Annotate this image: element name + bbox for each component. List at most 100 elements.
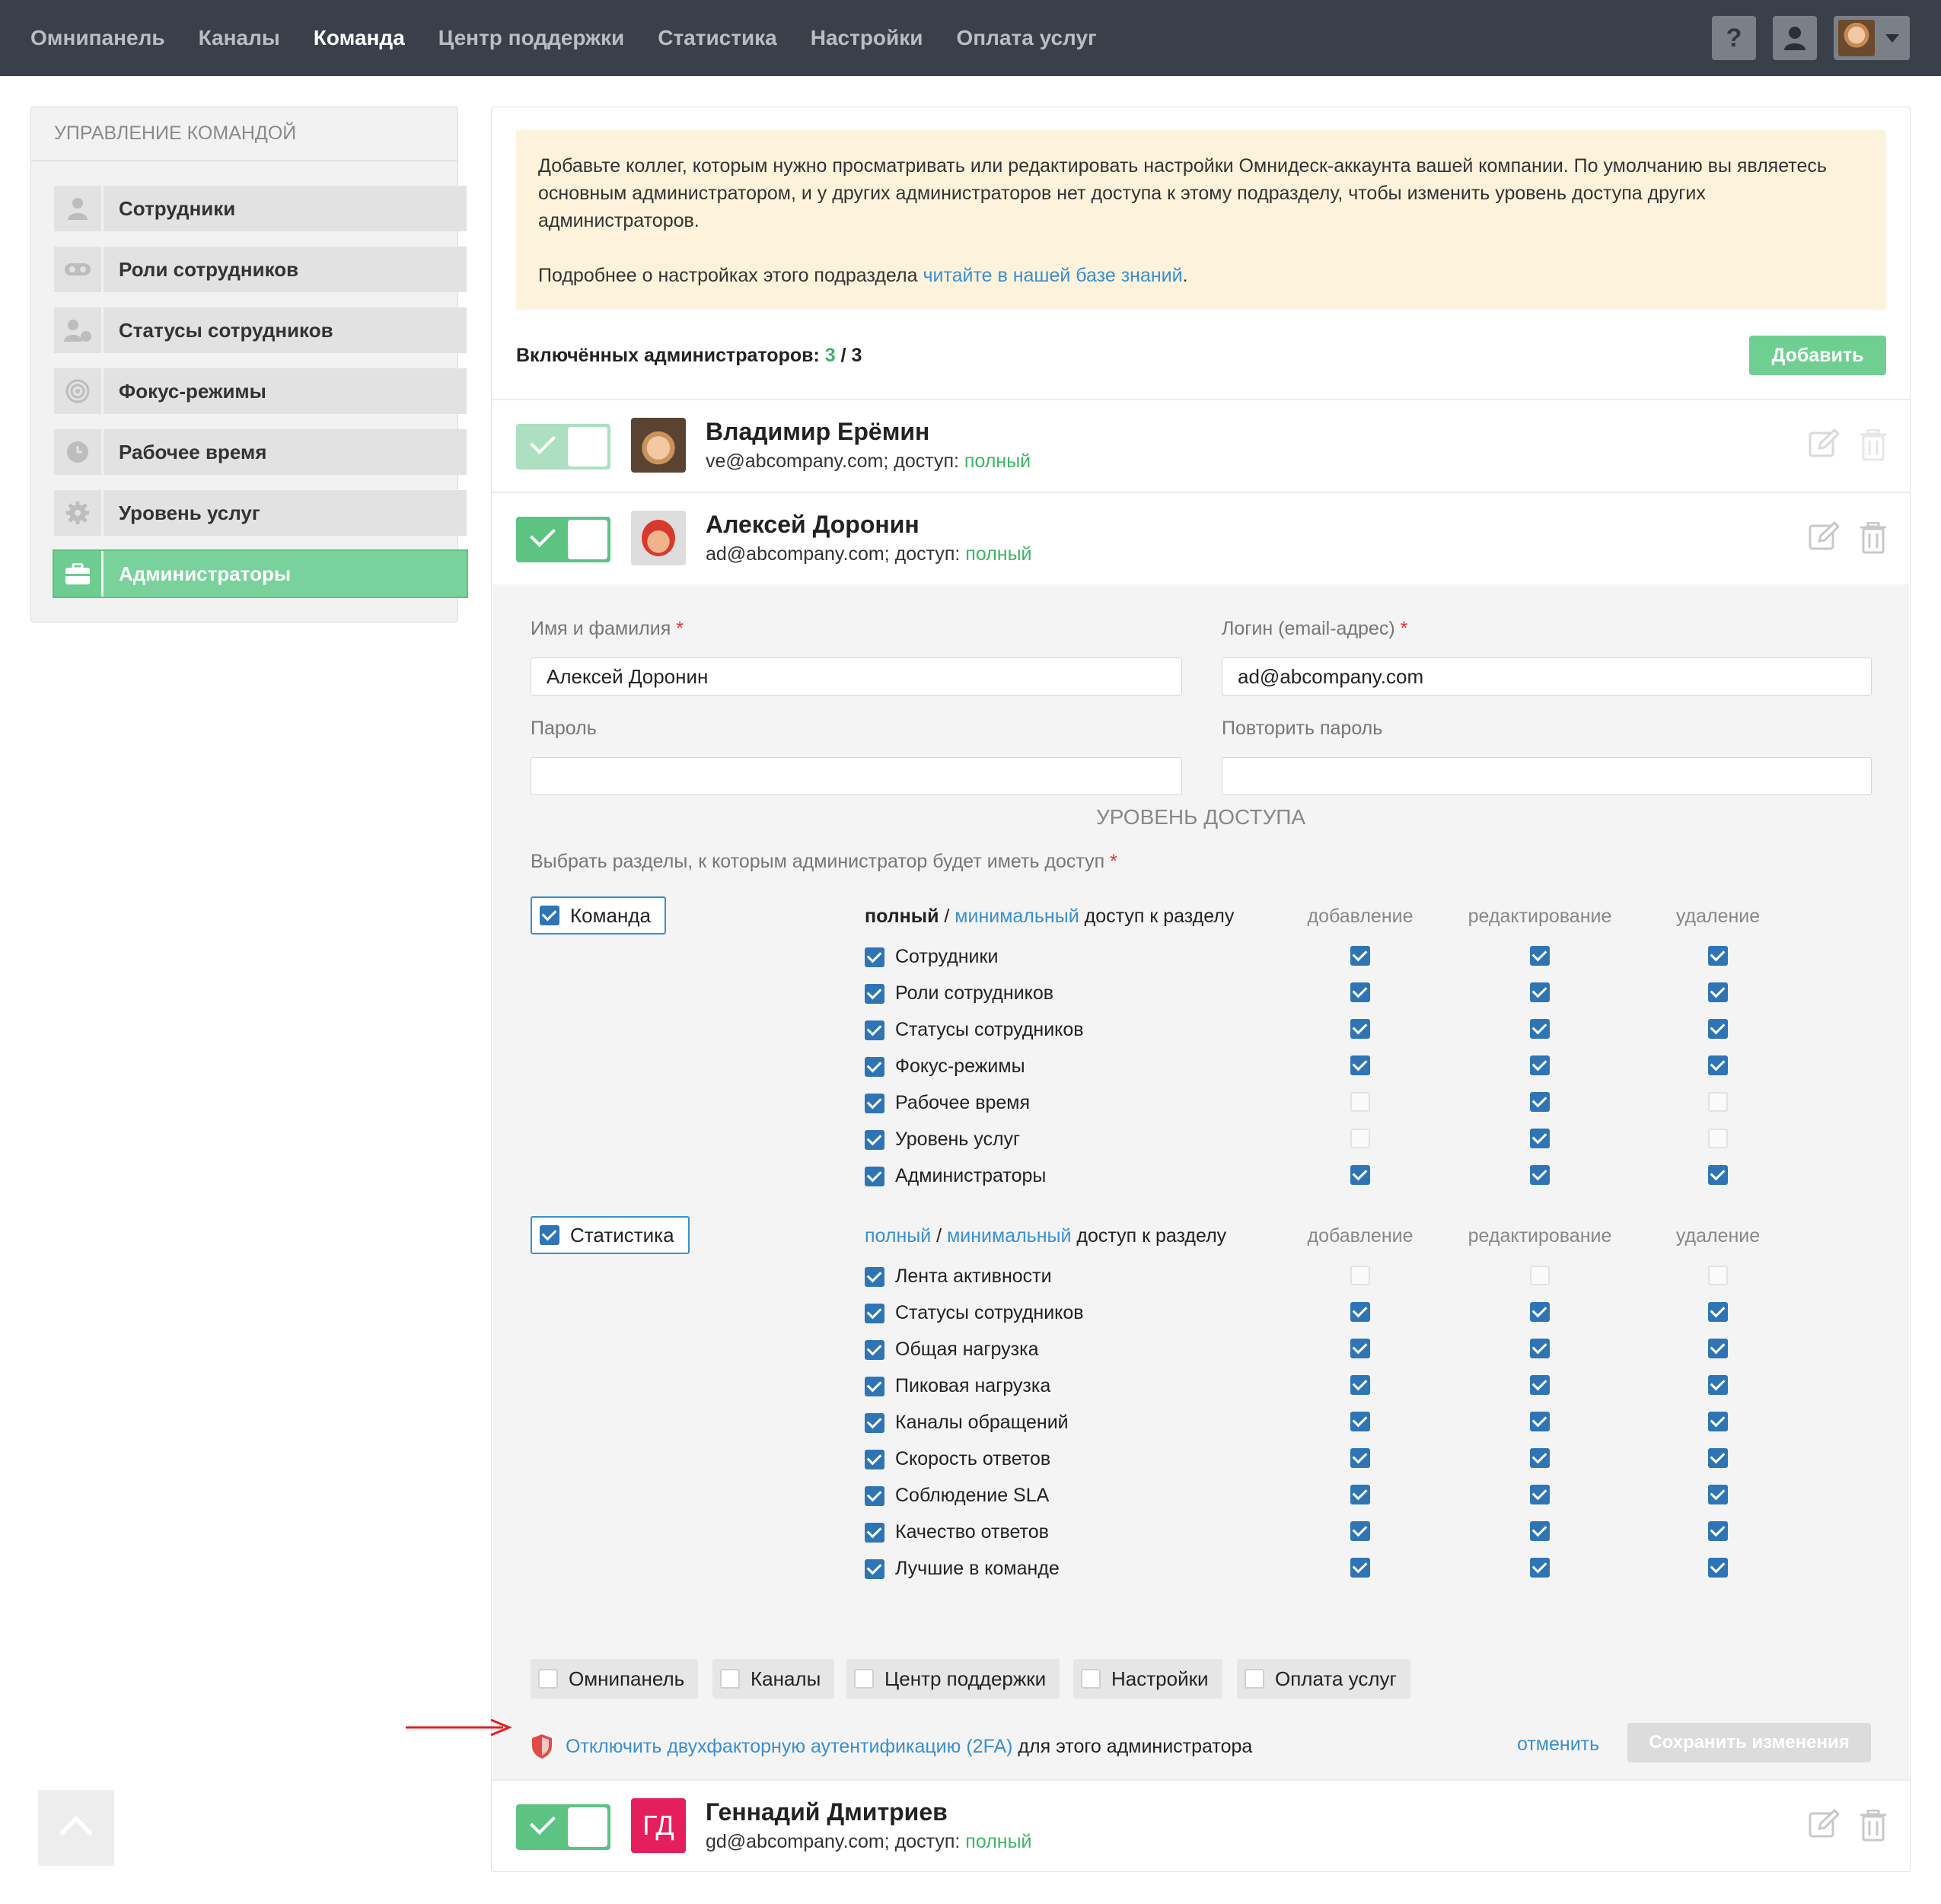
sidebar-item-employees[interactable]: Сотрудники — [54, 186, 467, 231]
group-checkbox-statistics[interactable]: Статистика — [531, 1216, 690, 1254]
nav-item-channels[interactable]: Каналы — [199, 26, 280, 50]
checkbox[interactable] — [865, 1303, 884, 1323]
subsection-checkbox[interactable]: Фокус-режимы — [865, 1055, 1025, 1078]
nav-item-support-center[interactable]: Центр поддержки — [438, 26, 624, 50]
subsection-checkbox[interactable]: Уровень услуг — [865, 1129, 1020, 1151]
trash-icon[interactable] — [1860, 522, 1887, 554]
save-changes-button[interactable]: Сохранить изменения — [1627, 1723, 1871, 1762]
edit-icon[interactable] — [1809, 428, 1839, 459]
section-checkbox-billing[interactable]: Оплата услуг — [1237, 1659, 1411, 1699]
permission-edit-checkbox[interactable] — [1530, 1092, 1550, 1112]
checkbox[interactable] — [865, 1412, 884, 1433]
password-field[interactable] — [531, 757, 1182, 795]
knowledge-base-link[interactable]: читайте в нашей базе знаний — [923, 265, 1182, 286]
checkbox[interactable] — [865, 983, 884, 1004]
full-access-option[interactable]: полный — [865, 906, 939, 927]
checkbox[interactable] — [865, 1093, 884, 1113]
subsection-checkbox[interactable]: Качество ответов — [865, 1521, 1049, 1543]
permission-delete-checkbox[interactable] — [1708, 1448, 1728, 1468]
disable-2fa-link[interactable]: Отключить двухфакторную аутентификацию (… — [566, 1736, 1012, 1758]
checkbox[interactable] — [865, 1166, 884, 1186]
checkbox[interactable] — [1245, 1669, 1264, 1689]
minimal-access-option[interactable]: минимальный — [947, 1225, 1071, 1247]
permission-delete-checkbox[interactable] — [1708, 982, 1728, 1002]
permission-edit-checkbox[interactable] — [1530, 1375, 1550, 1395]
checkbox[interactable] — [540, 1225, 559, 1245]
permission-delete-checkbox[interactable] — [1708, 1165, 1728, 1185]
help-button[interactable]: ? — [1712, 16, 1756, 60]
permission-delete-checkbox[interactable] — [1708, 946, 1728, 966]
permission-edit-checkbox[interactable] — [1530, 1485, 1550, 1504]
admin-enabled-toggle[interactable] — [516, 517, 610, 562]
scroll-to-top-button[interactable] — [38, 1790, 114, 1866]
sidebar-item-roles[interactable]: Роли сотрудников — [54, 247, 467, 292]
subsection-checkbox[interactable]: Пиковая нагрузка — [865, 1375, 1050, 1397]
email-field[interactable]: ad@abcompany.com — [1222, 657, 1872, 696]
checkbox[interactable] — [854, 1669, 874, 1689]
minimal-access-option[interactable]: минимальный — [955, 906, 1079, 927]
sidebar-item-work-hours[interactable]: Рабочее время — [54, 429, 467, 475]
sidebar-item-focus-modes[interactable]: Фокус-режимы — [54, 368, 467, 414]
subsection-checkbox[interactable]: Скорость ответов — [865, 1448, 1050, 1470]
group-checkbox-team[interactable]: Команда — [531, 896, 666, 934]
checkbox[interactable] — [865, 1485, 884, 1506]
subsection-checkbox[interactable]: Администраторы — [865, 1165, 1046, 1187]
subsection-checkbox[interactable]: Соблюдение SLA — [865, 1485, 1049, 1507]
permission-edit-checkbox[interactable] — [1530, 1448, 1550, 1468]
permission-edit-checkbox[interactable] — [1530, 1129, 1550, 1148]
permission-delete-checkbox[interactable] — [1708, 1055, 1728, 1075]
nav-item-statistics[interactable]: Статистика — [658, 26, 777, 50]
add-admin-button[interactable]: Добавить — [1749, 336, 1886, 375]
subsection-checkbox[interactable]: Лучшие в команде — [865, 1558, 1060, 1580]
checkbox[interactable] — [865, 1266, 884, 1287]
nav-item-billing[interactable]: Оплата услуг — [956, 26, 1096, 50]
permission-edit-checkbox[interactable] — [1530, 1558, 1550, 1578]
account-menu-button[interactable] — [1834, 16, 1910, 60]
admin-enabled-toggle[interactable] — [516, 1804, 610, 1850]
sidebar-item-administrators[interactable]: Администраторы — [54, 551, 467, 597]
admin-enabled-toggle[interactable] — [516, 424, 610, 470]
checkbox[interactable] — [865, 947, 884, 967]
sidebar-item-service-level[interactable]: Уровень услуг — [54, 490, 467, 536]
permission-edit-checkbox[interactable] — [1530, 1165, 1550, 1185]
permission-add-checkbox[interactable] — [1350, 1485, 1370, 1504]
permission-edit-checkbox[interactable] — [1530, 1521, 1550, 1541]
nav-item-team[interactable]: Команда — [314, 26, 405, 50]
subsection-checkbox[interactable]: Роли сотрудников — [865, 982, 1053, 1005]
cancel-link[interactable]: отменить — [1517, 1734, 1599, 1756]
permission-add-checkbox[interactable] — [1350, 1412, 1370, 1431]
checkbox[interactable] — [865, 1129, 884, 1150]
checkbox[interactable] — [865, 1449, 884, 1469]
permission-add-checkbox[interactable] — [1350, 1339, 1370, 1358]
permission-edit-checkbox[interactable] — [1530, 1055, 1550, 1075]
permission-delete-checkbox[interactable] — [1708, 1558, 1728, 1578]
repeat-password-field[interactable] — [1222, 757, 1872, 795]
permission-edit-checkbox[interactable] — [1530, 1019, 1550, 1039]
permission-add-checkbox[interactable] — [1350, 1558, 1370, 1578]
trash-icon[interactable] — [1860, 429, 1887, 461]
name-field[interactable]: Алексей Доронин — [531, 657, 1182, 696]
permission-delete-checkbox[interactable] — [1708, 1339, 1728, 1358]
permission-edit-checkbox[interactable] — [1530, 1412, 1550, 1431]
checkbox[interactable] — [865, 1020, 884, 1040]
checkbox[interactable] — [538, 1669, 558, 1689]
edit-icon[interactable] — [1809, 1809, 1839, 1839]
subsection-checkbox[interactable]: Лента активности — [865, 1266, 1052, 1288]
permission-add-checkbox[interactable] — [1350, 1448, 1370, 1468]
subsection-checkbox[interactable]: Каналы обращений — [865, 1412, 1069, 1434]
nav-item-settings[interactable]: Настройки — [811, 26, 923, 50]
section-checkbox-settings[interactable]: Настройки — [1073, 1659, 1222, 1699]
checkbox[interactable] — [865, 1376, 884, 1396]
permission-add-checkbox[interactable] — [1350, 982, 1370, 1002]
permission-delete-checkbox[interactable] — [1708, 1521, 1728, 1541]
permission-edit-checkbox[interactable] — [1530, 1302, 1550, 1322]
subsection-checkbox[interactable]: Статусы сотрудников — [865, 1019, 1084, 1041]
permission-add-checkbox[interactable] — [1350, 1302, 1370, 1322]
permission-edit-checkbox[interactable] — [1530, 946, 1550, 966]
permission-delete-checkbox[interactable] — [1708, 1302, 1728, 1322]
checkbox[interactable] — [865, 1056, 884, 1077]
subsection-checkbox[interactable]: Общая нагрузка — [865, 1339, 1039, 1361]
permission-add-checkbox[interactable] — [1350, 1055, 1370, 1075]
subsection-checkbox[interactable]: Рабочее время — [865, 1092, 1030, 1114]
permission-add-checkbox[interactable] — [1350, 1165, 1370, 1185]
